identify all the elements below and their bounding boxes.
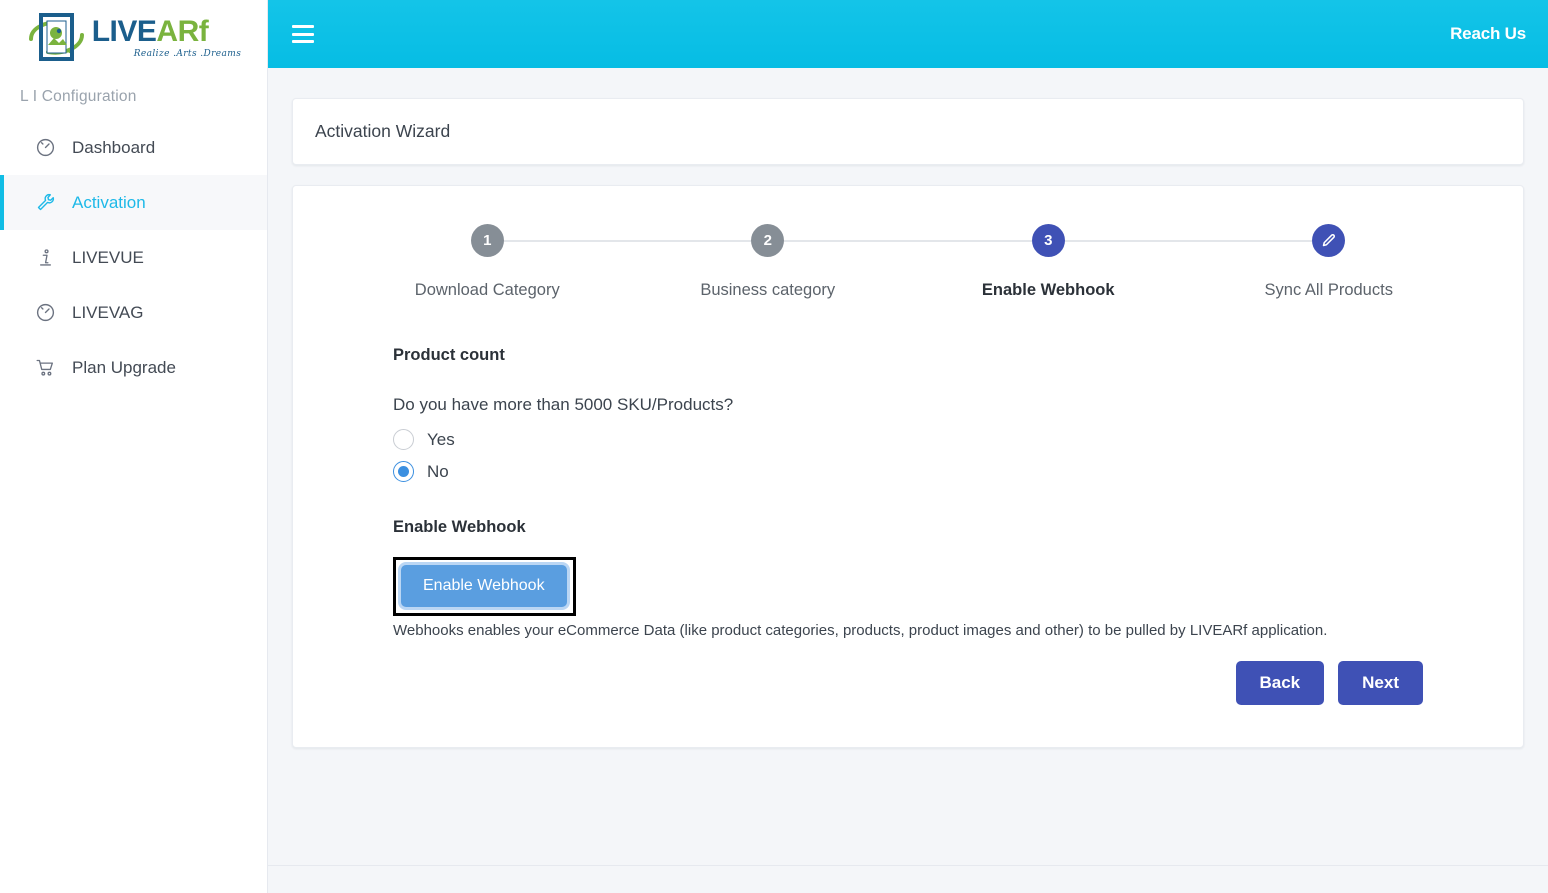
sidebar-item-label: LIVEVUE bbox=[72, 247, 144, 267]
enable-webhook-block: Enable Webhook Webhooks enables your eCo… bbox=[393, 557, 1473, 639]
sidebar-item-activation[interactable]: Activation bbox=[0, 175, 267, 230]
step-number: 2 bbox=[751, 224, 785, 257]
pencil-icon bbox=[1312, 224, 1346, 257]
page-title: Activation Wizard bbox=[315, 121, 451, 141]
radio-label-no: No bbox=[427, 461, 449, 481]
sidebar-item-label: LIVEVAG bbox=[72, 302, 144, 322]
info-icon bbox=[34, 247, 56, 269]
wizard-step-1[interactable]: 1 Download Category bbox=[347, 224, 628, 300]
sidebar-section-title: L I Configuration bbox=[20, 88, 137, 105]
sidebar-item-livevue[interactable]: LIVEVUE bbox=[0, 230, 267, 285]
step-number: 3 bbox=[1031, 224, 1065, 257]
step-label: Business category bbox=[700, 281, 836, 299]
wizard-card: 1 Download Category 2 Business category … bbox=[292, 185, 1524, 748]
app-root: LIVEARf Realize .Arts .Dreams L I Config… bbox=[0, 0, 1548, 893]
logo-tagline: Realize .Arts .Dreams bbox=[133, 49, 242, 59]
radio-label-yes: Yes bbox=[427, 429, 455, 449]
reach-us-link[interactable]: Reach Us bbox=[1450, 24, 1526, 44]
sku-question-label: Do you have more than 5000 SKU/Products? bbox=[393, 395, 734, 414]
step-label: Download Category bbox=[414, 281, 560, 299]
hamburger-icon[interactable] bbox=[292, 25, 314, 43]
top-bar: Reach Us bbox=[268, 0, 1548, 68]
webhook-description: Webhooks enables your eCommerce Data (li… bbox=[393, 622, 1328, 639]
logo-text-arf: ARf bbox=[156, 15, 209, 48]
wizard-body: 1 Download Category 2 Business category … bbox=[293, 186, 1523, 747]
main-area: Reach Us Activation Wizard 1 Download Ca… bbox=[268, 0, 1548, 893]
wizard-form: Product count Do you have more than 5000… bbox=[343, 300, 1473, 639]
radio-option-no[interactable]: No bbox=[393, 461, 1473, 482]
enable-webhook-button[interactable]: Enable Webhook bbox=[401, 565, 567, 607]
sidebar-item-label: Plan Upgrade bbox=[72, 357, 176, 377]
sidebar-nav: Dashboard Activation LIVEVUE LIVEVAG Pla… bbox=[0, 120, 267, 395]
sidebar-item-dashboard[interactable]: Dashboard bbox=[0, 120, 267, 175]
framed-picture-rotate-icon bbox=[26, 9, 88, 67]
focus-highlight-box: Enable Webhook bbox=[393, 557, 576, 616]
sidebar-item-label: Dashboard bbox=[72, 137, 156, 157]
back-button[interactable]: Back bbox=[1235, 661, 1325, 705]
step-number: 1 bbox=[470, 224, 504, 257]
logo-text-live: LIVE bbox=[91, 15, 157, 48]
wizard-stepper: 1 Download Category 2 Business category … bbox=[343, 224, 1473, 300]
next-button[interactable]: Next bbox=[1338, 661, 1423, 705]
radio-circle-yes[interactable] bbox=[393, 429, 414, 450]
product-count-heading: Product count bbox=[393, 346, 505, 364]
wizard-step-3[interactable]: 3 Enable Webhook bbox=[908, 224, 1189, 300]
wrench-icon bbox=[34, 192, 56, 214]
sidebar-item-plan-upgrade[interactable]: Plan Upgrade bbox=[0, 340, 267, 395]
wizard-step-4[interactable]: Sync All Products bbox=[1188, 224, 1470, 300]
sidebar-item-livevag[interactable]: LIVEVAG bbox=[0, 285, 267, 340]
sidebar-item-label: Activation bbox=[72, 192, 146, 212]
wizard-step-2[interactable]: 2 Business category bbox=[627, 224, 908, 300]
page-title-card: Activation Wizard bbox=[292, 98, 1524, 165]
wizard-actions: Back Next bbox=[343, 639, 1473, 711]
content-area: Activation Wizard 1 Download Category 2 … bbox=[268, 68, 1548, 865]
speedometer-icon bbox=[34, 137, 56, 159]
page-footer bbox=[268, 865, 1548, 893]
brand-logo[interactable]: LIVEARf Realize .Arts .Dreams bbox=[0, 0, 267, 72]
step-label: Enable Webhook bbox=[981, 281, 1115, 299]
sidebar: LIVEARf Realize .Arts .Dreams L I Config… bbox=[0, 0, 268, 893]
radio-option-yes[interactable]: Yes bbox=[393, 429, 1473, 450]
step-label: Sync All Products bbox=[1264, 281, 1393, 299]
enable-webhook-heading: Enable Webhook bbox=[393, 518, 526, 536]
radio-circle-no[interactable] bbox=[393, 461, 414, 482]
shopping-cart-icon bbox=[34, 357, 56, 379]
speedometer-icon bbox=[34, 302, 56, 324]
